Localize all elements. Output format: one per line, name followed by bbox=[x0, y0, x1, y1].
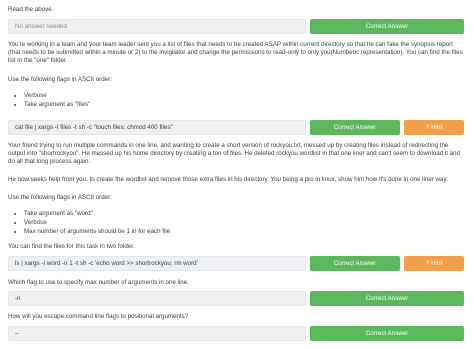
task3-description: Your friend trying to run multiple comma… bbox=[8, 142, 461, 165]
intro-text: Read the above. bbox=[8, 6, 54, 13]
q4-question: Which flag to use to specify max number … bbox=[8, 279, 189, 286]
task2-answer-input[interactable]: cat file | xargs -I files -t sh -c "touc… bbox=[8, 120, 306, 135]
q5-answer-row: -- Correct Answer bbox=[8, 326, 464, 341]
task3-hint-button[interactable]: ? Hint bbox=[404, 256, 464, 271]
q4-answer-row: -n Correct Answer bbox=[8, 291, 464, 306]
question-circle-icon: ? bbox=[425, 125, 430, 131]
task3-location: You can find the files for this task in … bbox=[8, 243, 135, 250]
task2-description: You're working in a team and your team l… bbox=[8, 41, 463, 64]
task3-flag-item: Max number of arguments should be 1 in f… bbox=[24, 227, 464, 236]
task3-flags-list: Take argument as "word" Verbose Max numb… bbox=[8, 209, 464, 236]
task2-correct-answer-button[interactable]: Correct Answer bbox=[310, 120, 400, 135]
q1-answer-input[interactable]: No answer needed bbox=[8, 19, 306, 34]
task3-answer-input[interactable]: ls | xargs -I word -n 1 -t sh -c 'echo w… bbox=[8, 256, 306, 271]
task2-flag-item: Take argument as "files" bbox=[24, 100, 464, 109]
task-content: Read the above. No answer needed Correct… bbox=[0, 0, 474, 349]
q4-answer-input[interactable]: -n bbox=[8, 291, 306, 306]
task2-answer-row: cat file | xargs -I files -t sh -c "touc… bbox=[8, 120, 464, 135]
q5-answer-input[interactable]: -- bbox=[8, 326, 306, 341]
task3-answer-row: ls | xargs -I word -n 1 -t sh -c 'echo w… bbox=[8, 256, 464, 271]
task3-flag-item: Take argument as "word" bbox=[24, 209, 464, 218]
task3-flag-item: Verbose bbox=[24, 218, 464, 227]
task3-hint-label: Hint bbox=[431, 260, 443, 267]
task3-request: He now seeks help from you, to create th… bbox=[8, 176, 448, 183]
task2-flag-item: Verbose bbox=[24, 91, 464, 100]
task2-hint-button[interactable]: ? Hint bbox=[404, 120, 464, 135]
task2-flags-list: Verbose Take argument as "files" bbox=[8, 91, 464, 109]
question-circle-icon: ? bbox=[425, 261, 430, 267]
task3-flags-intro: Use the following flags in ASCII order: bbox=[8, 194, 112, 201]
q4-correct-answer-button[interactable]: Correct Answer bbox=[310, 291, 464, 306]
q5-correct-answer-button[interactable]: Correct Answer bbox=[310, 326, 464, 341]
task3-correct-answer-button[interactable]: Correct Answer bbox=[310, 256, 400, 271]
task2-hint-label: Hint bbox=[431, 124, 443, 131]
q1-answer-row: No answer needed Correct Answer bbox=[8, 19, 464, 34]
q5-question: How will you escape command line flags t… bbox=[8, 313, 189, 320]
q1-correct-answer-button[interactable]: Correct Answer bbox=[310, 19, 464, 34]
task2-flags-intro: Use the following flags in ASCII order: bbox=[8, 76, 112, 83]
